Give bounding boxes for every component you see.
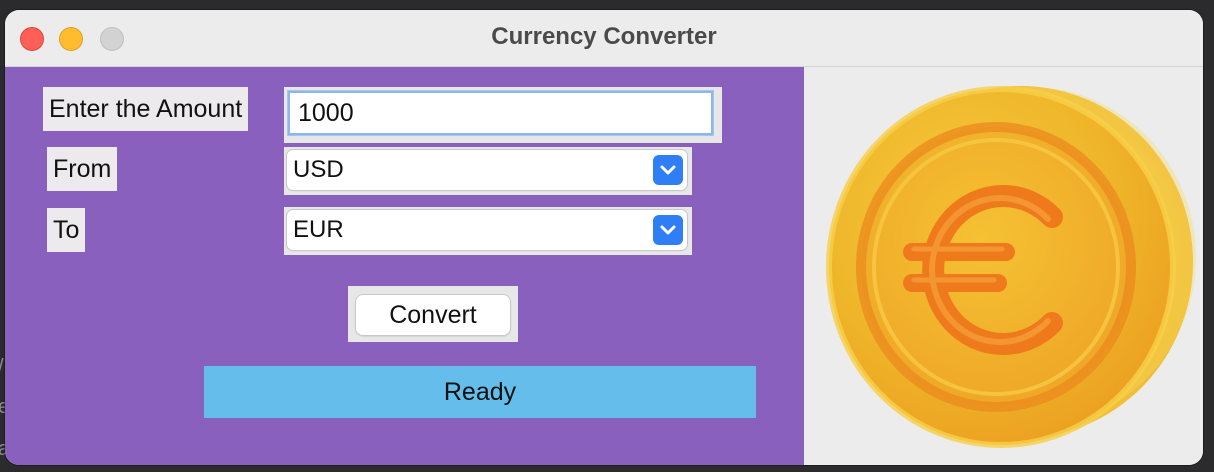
app-window: Currency Converter Enter the Amount From… — [5, 10, 1203, 465]
converter-panel: Enter the Amount From USD To EUR — [5, 67, 804, 465]
to-select-frame: EUR — [284, 207, 692, 255]
amount-input[interactable] — [288, 91, 713, 135]
amount-label: Enter the Amount — [43, 87, 249, 131]
status-label: Ready — [204, 366, 756, 418]
chevron-down-icon[interactable] — [653, 155, 683, 185]
from-label: From — [47, 147, 118, 191]
to-currency-value: EUR — [293, 216, 344, 243]
euro-coin-icon — [826, 86, 1196, 448]
to-currency-select[interactable]: EUR — [287, 210, 687, 250]
amount-field-frame — [284, 87, 722, 143]
window-title: Currency Converter — [491, 23, 717, 50]
to-label: To — [47, 208, 86, 252]
title-bar[interactable]: Currency Converter — [5, 10, 1203, 67]
from-select-frame: USD — [284, 147, 692, 195]
convert-button[interactable]: Convert — [356, 295, 510, 335]
chevron-down-icon[interactable] — [653, 215, 683, 245]
convert-button-frame: Convert — [348, 286, 518, 342]
image-panel — [804, 67, 1203, 465]
from-currency-value: USD — [293, 156, 344, 183]
desktop-background-text: / — [0, 356, 4, 379]
from-currency-select[interactable]: USD — [287, 150, 687, 190]
